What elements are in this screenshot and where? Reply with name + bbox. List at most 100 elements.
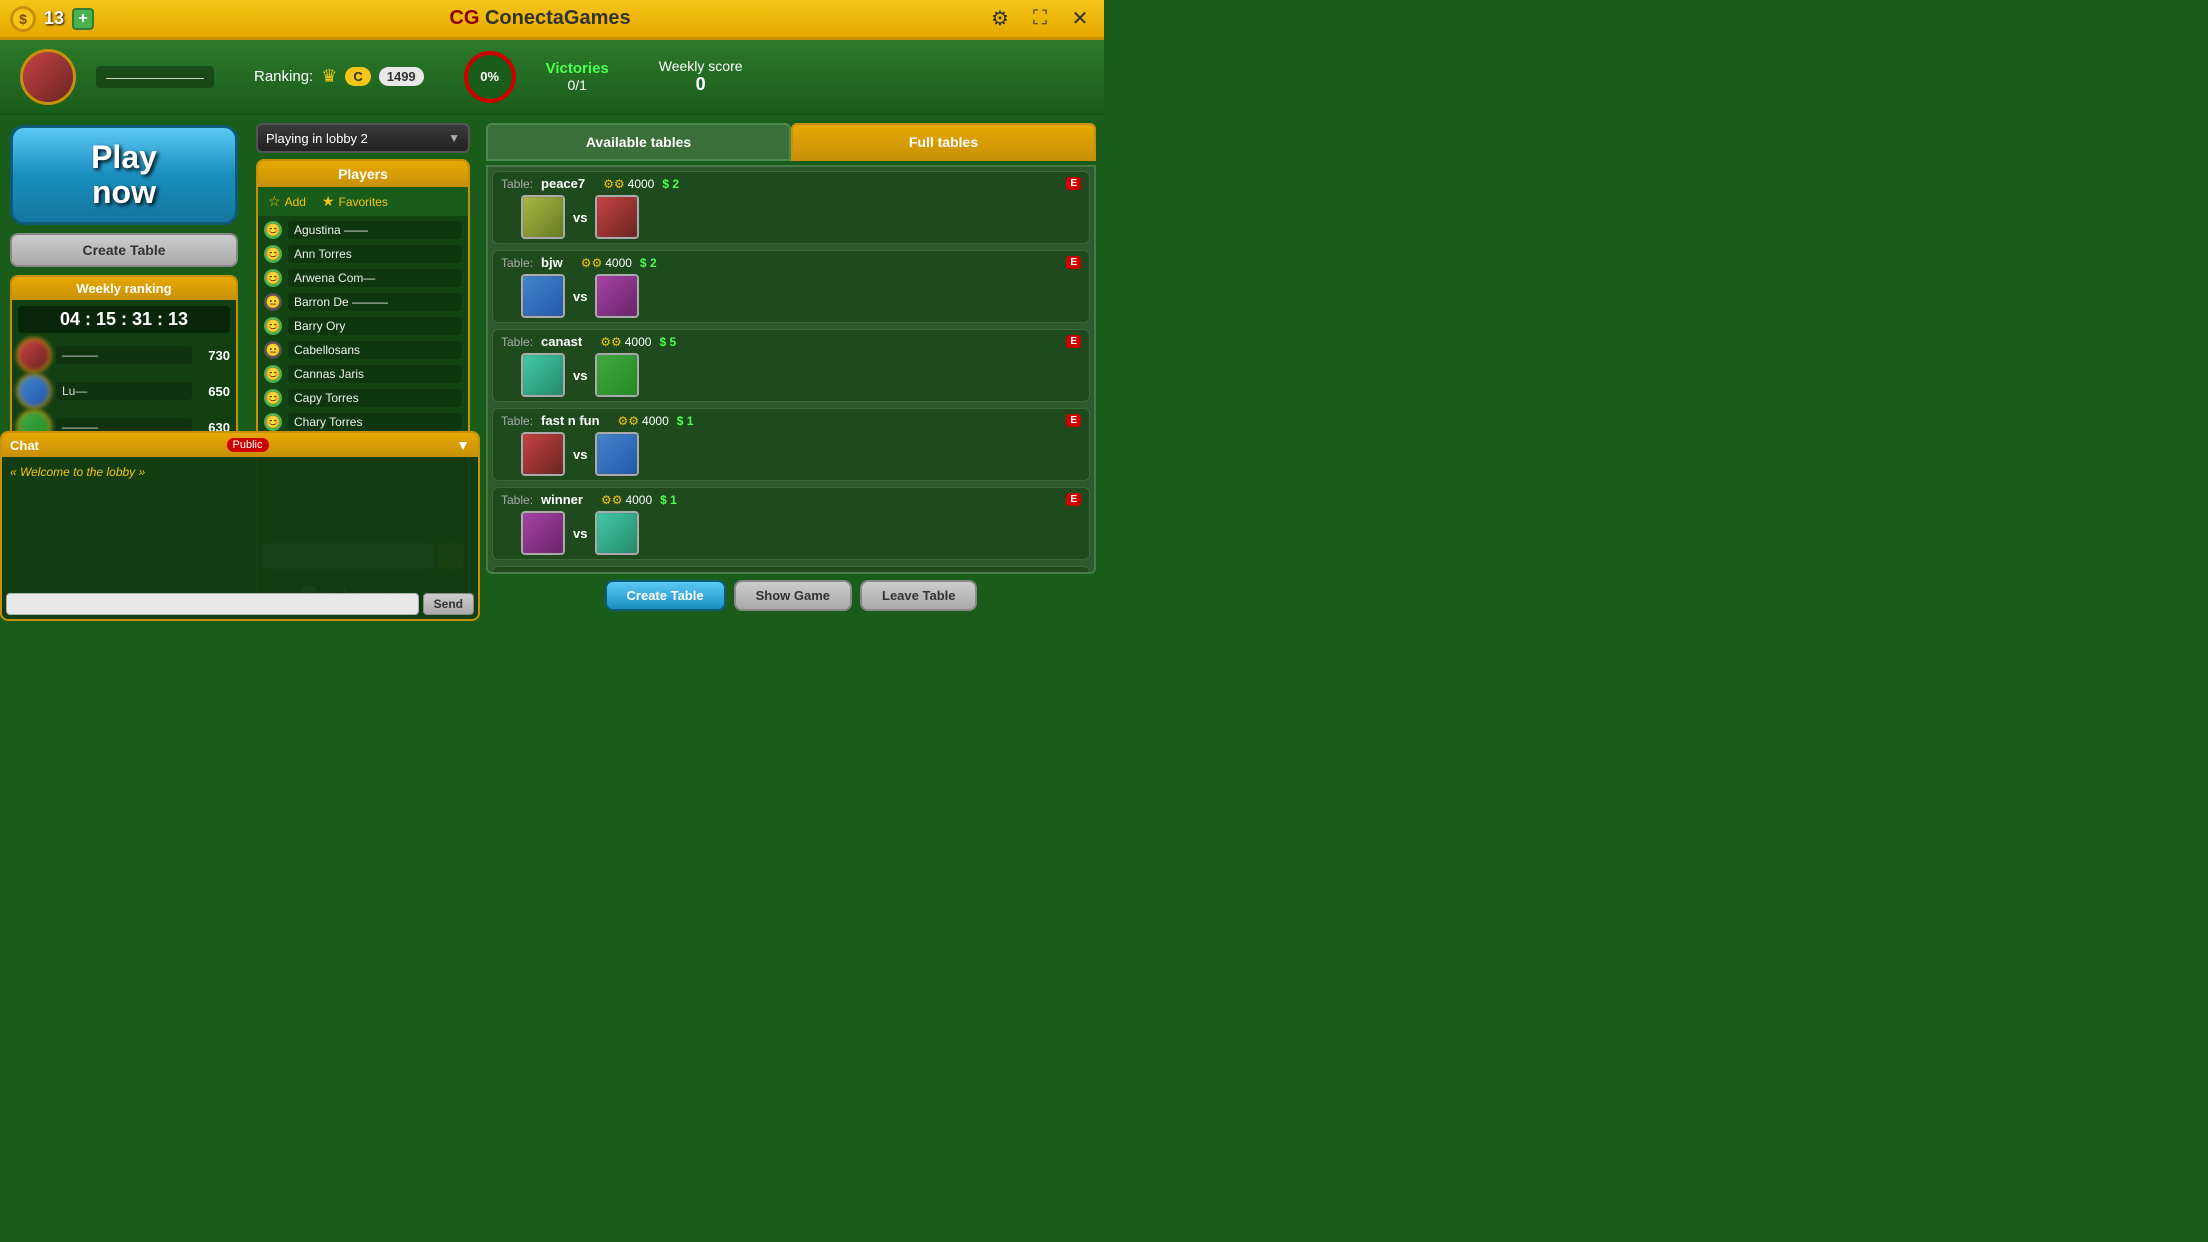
table-bet: $ 1 bbox=[677, 414, 694, 428]
weekly-score-label: Weekly score bbox=[659, 58, 743, 74]
list-item[interactable]: 😊 Agustina —— bbox=[258, 218, 468, 242]
add-tab[interactable]: ☆ Add bbox=[262, 191, 312, 212]
chips-value: 4000 bbox=[625, 335, 652, 349]
close-button[interactable]: ✕ bbox=[1066, 5, 1094, 33]
table-name: bjw bbox=[541, 255, 563, 270]
ranking-avatar-1 bbox=[16, 337, 51, 372]
chips-icon: ⚙⚙ bbox=[603, 177, 625, 191]
lobby-selector[interactable]: Playing in lobby 2 ▼ bbox=[256, 123, 470, 153]
chat-send-button[interactable]: Send bbox=[423, 593, 474, 615]
chips-icon: ⚙⚙ bbox=[581, 256, 603, 270]
status-online-icon: 😊 bbox=[264, 413, 282, 431]
table-row[interactable]: Table: canast ⚙⚙ 4000 $ 5 E vs bbox=[492, 329, 1090, 402]
table-name: peace7 bbox=[541, 176, 585, 191]
table-row[interactable]: Table: fast n fun ⚙⚙ 4000 $ 1 E vs bbox=[492, 408, 1090, 481]
status-online-icon: 😊 bbox=[264, 245, 282, 263]
add-tab-label: Add bbox=[285, 195, 306, 209]
ranking-name-2: Lu— bbox=[56, 382, 192, 400]
vs-label: vs bbox=[573, 368, 587, 383]
status-online-icon: 😊 bbox=[264, 221, 282, 239]
status-busy-icon: 😐 bbox=[264, 341, 282, 359]
chips-value: 4000 bbox=[628, 177, 655, 191]
table-bet: $ 2 bbox=[662, 177, 679, 191]
fullscreen-button[interactable]: ⛶ bbox=[1026, 5, 1054, 33]
progress-circle: 0% bbox=[464, 51, 516, 103]
ranking-score-2: 650 bbox=[198, 384, 230, 399]
player-name: Arwenа Соm— bbox=[288, 269, 462, 287]
chat-toggle-button[interactable]: ▼ bbox=[456, 437, 470, 453]
chips-value: 4000 bbox=[642, 414, 669, 428]
table-bet: $ 5 bbox=[659, 335, 676, 349]
table-chips: ⚙⚙ 4000 bbox=[603, 177, 654, 191]
favorites-star-icon: ★ bbox=[322, 193, 335, 210]
table-chips: ⚙⚙ 4000 bbox=[618, 414, 669, 428]
table-players-row: vs bbox=[501, 195, 1081, 239]
play-now-text: Playnow bbox=[91, 140, 157, 210]
player-avatar-left bbox=[521, 511, 565, 555]
ranking-avatar-2 bbox=[16, 373, 51, 408]
player-name: Cannas Jaris bbox=[288, 365, 462, 383]
list-item[interactable]: 😊 Cannas Jaris bbox=[258, 362, 468, 386]
chat-body: « Welcome to the lobby » bbox=[2, 457, 478, 589]
settings-button[interactable]: ⚙ bbox=[986, 5, 1014, 33]
table-bet: $ 1 bbox=[676, 572, 693, 575]
table-info-row: Table: winner ⚙⚙ 4000 $ 1 E bbox=[501, 492, 1081, 507]
favorites-tab-label: Favorites bbox=[338, 195, 387, 209]
player-name: Cabellosans bbox=[288, 341, 462, 359]
table-row[interactable]: Table: peace7 ⚙⚙ 4000 $ 2 E vs bbox=[492, 171, 1090, 244]
ranking-name-1: ——— bbox=[56, 346, 192, 364]
weekly-ranking-title: Weekly ranking bbox=[12, 277, 236, 300]
table-info-row: Table: bjw ⚙⚙ 4000 $ 2 E bbox=[501, 255, 1081, 270]
table-row[interactable]: Table: fun times ⚙⚙ 4000 $ 1 E bbox=[492, 566, 1090, 574]
show-game-button[interactable]: Show Game bbox=[734, 580, 852, 611]
list-item[interactable]: 😊 Capу Torres bbox=[258, 386, 468, 410]
player-avatar-left bbox=[521, 353, 565, 397]
full-tables-tab[interactable]: Full tables bbox=[791, 123, 1096, 161]
table-label: Table: bbox=[501, 256, 533, 270]
status-busy-icon: 😐 bbox=[264, 293, 282, 311]
play-now-button[interactable]: Playnow bbox=[10, 125, 238, 225]
player-avatar-left bbox=[521, 432, 565, 476]
player-avatar-right bbox=[595, 432, 639, 476]
e-badge: E bbox=[1066, 335, 1081, 348]
bottom-buttons: Create Table Show Game Leave Table bbox=[486, 574, 1096, 613]
table-chips: ⚙⚙ 4000 bbox=[581, 256, 632, 270]
vs-label: vs bbox=[573, 447, 587, 462]
weekly-score-section: Weekly score 0 bbox=[659, 58, 743, 95]
list-item[interactable]: 😐 Barron De ——— bbox=[258, 290, 468, 314]
lobby-name: Playing in lobby 2 bbox=[266, 131, 368, 146]
player-name: Ann Torres bbox=[288, 245, 462, 263]
right-panel: Available tables Full tables Table: peac… bbox=[478, 115, 1104, 621]
username: ——————— bbox=[96, 66, 214, 88]
table-info-row: Table: canast ⚙⚙ 4000 $ 5 E bbox=[501, 334, 1081, 349]
e-badge: E bbox=[1066, 493, 1081, 506]
list-item[interactable]: 😊 Barry Ory bbox=[258, 314, 468, 338]
table-players-row: vs bbox=[501, 353, 1081, 397]
favorites-tab[interactable]: ★ Favorites bbox=[316, 191, 394, 212]
list-item[interactable]: 😐 Cabellosans bbox=[258, 338, 468, 362]
victories-section: Victories 0/1 bbox=[546, 60, 609, 93]
available-tables-tab[interactable]: Available tables bbox=[486, 123, 791, 161]
player-avatar-right bbox=[595, 274, 639, 318]
top-bar-center: CG ConectaGames bbox=[449, 7, 630, 30]
weekly-score-value: 0 bbox=[696, 74, 706, 95]
full-tab-label: Full tables bbox=[909, 134, 978, 150]
create-table-button-left[interactable]: Create Table bbox=[10, 233, 238, 267]
e-badge: E bbox=[1066, 256, 1081, 269]
chat-input[interactable] bbox=[6, 593, 419, 615]
ranking-section: Ranking: ♛ C 1499 bbox=[254, 66, 424, 87]
add-coins-button[interactable]: + bbox=[72, 8, 94, 30]
chips-icon: ⚙⚙ bbox=[600, 335, 622, 349]
table-info-row: Table: peace7 ⚙⚙ 4000 $ 2 E bbox=[501, 176, 1081, 191]
leave-table-button[interactable]: Leave Table bbox=[860, 580, 977, 611]
table-label: Table: bbox=[501, 493, 533, 507]
create-table-bottom-button[interactable]: Create Table bbox=[605, 580, 726, 611]
status-online-icon: 😊 bbox=[264, 269, 282, 287]
table-row[interactable]: Table: winner ⚙⚙ 4000 $ 1 E vs bbox=[492, 487, 1090, 560]
list-item[interactable]: 😊 Arwenа Соm— bbox=[258, 266, 468, 290]
chips-value: 4000 bbox=[625, 493, 652, 507]
list-item[interactable]: 😊 Ann Torres bbox=[258, 242, 468, 266]
vs-label: vs bbox=[573, 210, 587, 225]
table-row[interactable]: Table: bjw ⚙⚙ 4000 $ 2 E vs bbox=[492, 250, 1090, 323]
add-star-icon: ☆ bbox=[268, 193, 281, 210]
